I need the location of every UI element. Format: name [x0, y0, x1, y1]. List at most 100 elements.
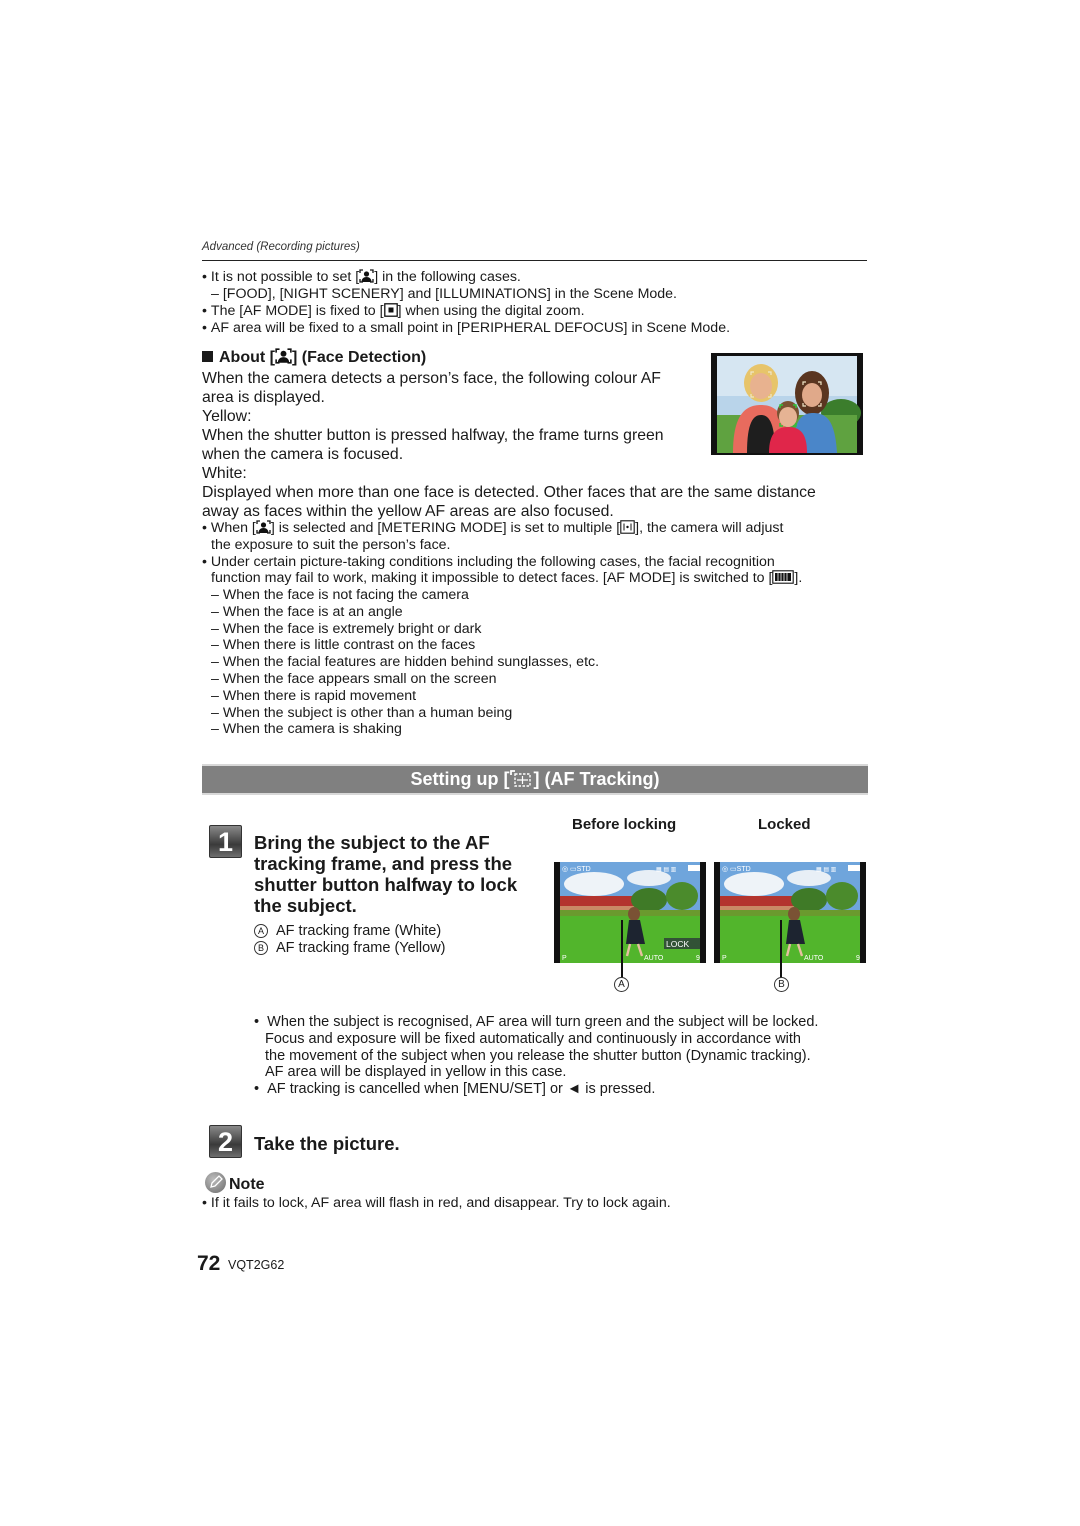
multiple-metering-icon: [620, 520, 635, 539]
failure-case-item: – When the face is at an angle: [211, 603, 403, 620]
caption-locked: Locked: [758, 816, 811, 833]
white-desc-1: Displayed when more than one face is det…: [202, 484, 816, 501]
bullet-text: Focus and exposure will be fixed automat…: [265, 1030, 801, 1047]
marker-b-label: B: [774, 977, 789, 992]
face-detection-desc-1: When the camera detects a person’s face,…: [202, 370, 661, 387]
failure-case-text: When the face appears small on the scree…: [222, 671, 497, 687]
step-1-title-line: shutter button halfway to lock: [254, 874, 518, 895]
failure-case-item: – When there is rapid movement: [211, 687, 417, 704]
1-area-focus-icon: [383, 303, 398, 322]
yellow-desc-2: when the camera is focused.: [202, 446, 404, 463]
note-item: • If it fails to lock, AF area will flas…: [202, 1195, 671, 1211]
failure-case-item: – When the facial features are hidden be…: [211, 654, 600, 671]
step-1-title: Bring the subject to the AF tracking fra…: [254, 832, 517, 916]
face-detection-icon: [256, 520, 271, 539]
heading-text: About [: [219, 349, 275, 366]
failure-case-text: When the facial features are hidden behi…: [222, 654, 600, 671]
leader-line-b: [780, 920, 782, 978]
camera-screen-before-locking: ◎ ▭STD ▦ ▤ ▥ LOCK P AUTO 9: [554, 862, 706, 963]
note-digital-zoom: • The [AF MODE] is fixed to [] when usin…: [202, 303, 585, 322]
bullet-text: AF area will be displayed in yellow in t…: [265, 1064, 567, 1081]
legend-b: B AF tracking frame (Yellow): [254, 940, 446, 957]
pencil-note-icon: [205, 1172, 226, 1193]
white-label: White:: [202, 465, 247, 482]
white-desc-2: away as faces within the yellow AF areas…: [202, 503, 614, 520]
breadcrumb: Advanced (Recording pictures): [202, 241, 360, 253]
camera-screen-locked: ◎ ▭STD ▦ ▤ ▥ P AUTO 9: [714, 862, 866, 963]
svg-text:▦ ▤ ▥: ▦ ▤ ▥: [816, 867, 837, 873]
failure-case-text: When there is rapid movement: [222, 687, 417, 704]
failure-case-text: When the face is at an angle: [222, 603, 403, 620]
face-detection-icon: [275, 348, 292, 369]
failure-case-text: When the face is extremely bright or dar…: [222, 620, 482, 637]
failure-case-item: – When the face is not facing the camera: [211, 587, 469, 603]
model-code: VQT2G62: [228, 1258, 285, 1272]
note-text: Under certain picture-taking conditions …: [210, 554, 775, 570]
step-2-badge: 2: [209, 1125, 242, 1158]
section-title-af-tracking: Setting up [] (AF Tracking): [202, 764, 868, 795]
note-text: When [: [210, 520, 256, 536]
metering-note-cont: the exposure to suit the person’s face.: [211, 537, 451, 553]
square-bullet-icon: [202, 351, 213, 362]
step-1-badge: 1: [209, 825, 242, 858]
leader-line-a: [621, 920, 623, 978]
note-text: ] is selected and [METERING MODE] is set…: [270, 520, 621, 536]
header-divider: [202, 260, 867, 261]
recognition-note: • Under certain picture-taking condition…: [202, 554, 775, 570]
note-text: [FOOD], [NIGHT SCENERY] and [ILLUMINATIO…: [222, 286, 677, 302]
face-detection-icon: [359, 269, 374, 288]
note-text: AF area will be fixed to a small point i…: [210, 320, 731, 336]
step-1-title-line: the subject.: [254, 895, 357, 916]
note-text: The [AF MODE] is fixed to [: [210, 303, 384, 319]
white-balance: AUTO: [804, 955, 824, 962]
legend-text: AF tracking frame (Yellow): [276, 940, 446, 956]
svg-text:▦ ▤ ▥: ▦ ▤ ▥: [656, 867, 677, 873]
step-1-title-line: tracking frame, and press the: [254, 853, 513, 874]
face-detection-photo: [711, 353, 863, 455]
bullet-text: AF tracking is cancelled when [MENU/SET]…: [267, 1081, 656, 1098]
step-2-title: Take the picture.: [254, 1133, 400, 1154]
recognition-note-cont: function may fail to work, making it imp…: [211, 570, 802, 589]
metering-note: • When [] is selected and [METERING MODE…: [202, 520, 783, 539]
yellow-label: Yellow:: [202, 408, 252, 425]
failure-case-item: – When the camera is shaking: [211, 721, 402, 738]
failure-case-text: When the face is not facing the camera: [222, 587, 469, 603]
note-scene-modes: – [FOOD], [NIGHT SCENERY] and [ILLUMINAT…: [211, 286, 677, 302]
legend-a: A AF tracking frame (White): [254, 923, 441, 940]
failure-case-item: – When the face appears small on the scr…: [211, 671, 497, 687]
face-detection-desc-2: area is displayed.: [202, 389, 325, 406]
note-text: ].: [794, 570, 803, 586]
caption-before-locking: Before locking: [572, 816, 677, 833]
bullet-text: When the subject is recognised, AF area …: [267, 1014, 819, 1030]
note-not-possible: • It is not possible to set [] in the fo…: [202, 269, 521, 288]
note-title: Note: [229, 1176, 265, 1193]
failure-case-item: – When there is little contrast on the f…: [211, 637, 476, 654]
marker-b-icon: B: [254, 941, 268, 955]
note-text: ], the camera will adjust: [635, 520, 784, 536]
legend-text: AF tracking frame (White): [276, 923, 442, 939]
23-area-focus-icon: [772, 570, 795, 589]
yellow-desc-1: When the shutter button is pressed halfw…: [202, 427, 664, 444]
failure-case-text: When the camera is shaking: [222, 721, 402, 738]
page-number: 72: [197, 1252, 221, 1275]
failure-case-item: – When the subject is other than a human…: [211, 704, 513, 721]
marker-a-icon: A: [254, 924, 268, 938]
shooting-mode: P: [722, 955, 727, 962]
failure-case-text: When there is little contrast on the fac…: [222, 637, 476, 654]
shooting-mode: P: [562, 955, 567, 962]
heading-text: ] (Face Detection): [291, 349, 427, 366]
bullet-text: the movement of the subject when you rel…: [265, 1047, 811, 1064]
step-1-title-line: Bring the subject to the AF: [254, 832, 490, 853]
af-tracking-icon: [509, 769, 533, 796]
note-text: ] in the following cases.: [374, 269, 521, 285]
white-balance: AUTO: [644, 955, 664, 962]
svg-text:◎ ▭STD: ◎ ▭STD: [722, 866, 751, 873]
note-text: If it fails to lock, AF area will flash …: [210, 1195, 671, 1211]
section-title-text: ] (AF Tracking): [533, 769, 660, 789]
note-text: function may fail to work, making it imp…: [211, 570, 773, 586]
marker-a-label: A: [614, 977, 629, 992]
lock-indicator: LOCK: [666, 939, 689, 949]
note-text: ] when using the digital zoom.: [397, 303, 585, 319]
failure-case-item: – When the face is extremely bright or d…: [211, 620, 482, 637]
note-peripheral-defocus: • AF area will be fixed to a small point…: [202, 320, 731, 336]
